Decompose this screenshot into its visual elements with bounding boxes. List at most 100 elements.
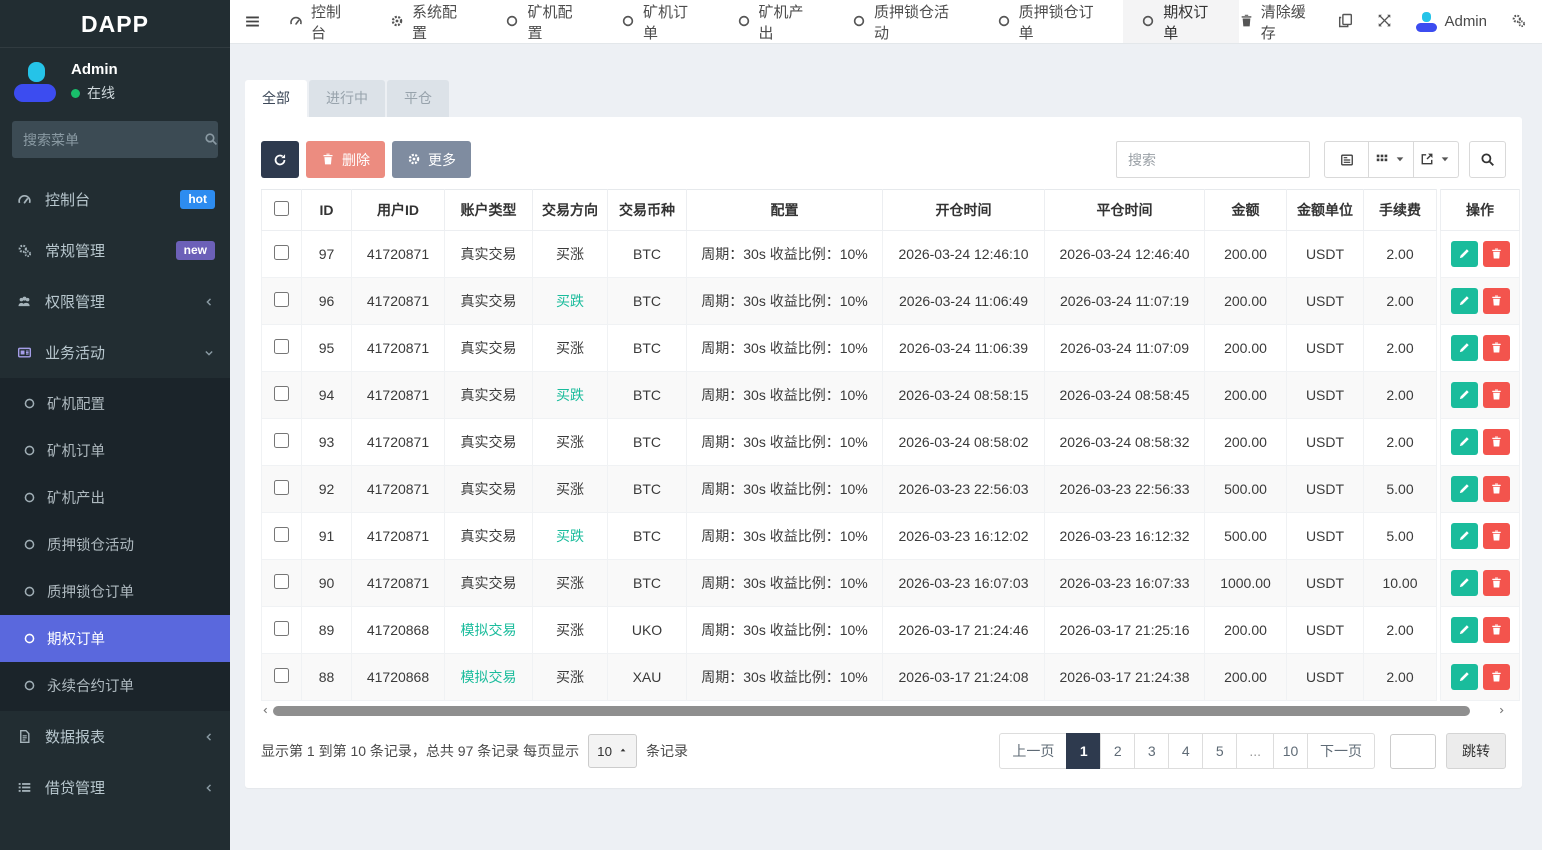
clear-cache-button[interactable]: 清除缓存	[1239, 1, 1315, 43]
edit-button[interactable]	[1450, 429, 1478, 455]
sidebar-subitem[interactable]: 质押锁仓订单	[0, 568, 230, 615]
column-header[interactable]: 开仓时间	[882, 189, 1045, 231]
delete-row-button[interactable]	[1482, 617, 1510, 643]
docs-button[interactable]	[1338, 13, 1353, 30]
export-button[interactable]	[1414, 141, 1459, 178]
settings-button[interactable]	[1511, 13, 1526, 30]
sidebar-item[interactable]: 权限管理	[0, 276, 230, 327]
topnav-item[interactable]: 系统配置	[372, 0, 488, 43]
sidebar-subitem[interactable]: 矿机订单	[0, 427, 230, 474]
delete-row-button[interactable]	[1482, 429, 1510, 455]
column-header[interactable]: 手续费	[1363, 189, 1437, 231]
page-jump-button[interactable]: 跳转	[1446, 733, 1506, 769]
column-header[interactable]: 交易币种	[607, 189, 687, 231]
page-button[interactable]: 3	[1134, 733, 1170, 769]
columns-button[interactable]	[1369, 141, 1414, 178]
row-checkbox[interactable]	[274, 574, 289, 589]
topnav-item[interactable]: 矿机产出	[719, 0, 835, 43]
delete-row-button[interactable]	[1482, 241, 1510, 267]
fullscreen-button[interactable]	[1377, 13, 1392, 30]
menu-toggle-button[interactable]	[244, 13, 261, 30]
topnav-item[interactable]: 矿机配置	[487, 0, 603, 43]
delete-row-button[interactable]	[1482, 382, 1510, 408]
column-header[interactable]: 账户类型	[444, 189, 533, 231]
refresh-button[interactable]	[261, 141, 299, 178]
topnav-item[interactable]: 质押锁仓订单	[979, 0, 1124, 43]
page-size-dropdown[interactable]: 10	[588, 734, 637, 768]
topnav-item[interactable]: 控制台	[271, 0, 372, 43]
topnav-item[interactable]: 质押锁仓活动	[834, 0, 979, 43]
tab-平仓[interactable]: 平仓	[387, 80, 449, 117]
edit-button[interactable]	[1450, 382, 1478, 408]
sidebar-subitem[interactable]: 矿机配置	[0, 380, 230, 427]
sidebar-subitem[interactable]: 矿机产出	[0, 474, 230, 521]
tab-进行中[interactable]: 进行中	[309, 80, 385, 117]
column-header[interactable]: 金额单位	[1286, 189, 1364, 231]
edit-button[interactable]	[1450, 617, 1478, 643]
page-button[interactable]: 1	[1066, 733, 1102, 769]
delete-row-button[interactable]	[1482, 476, 1510, 502]
delete-row-button[interactable]	[1482, 523, 1510, 549]
edit-button[interactable]	[1450, 241, 1478, 267]
page-button[interactable]: 上一页	[999, 733, 1068, 769]
edit-button[interactable]	[1450, 335, 1478, 361]
scrollbar-track[interactable]	[273, 705, 1494, 716]
column-header[interactable]: 用户ID	[351, 189, 445, 231]
delete-row-button[interactable]	[1482, 664, 1510, 690]
edit-button[interactable]	[1450, 523, 1478, 549]
topnav-item[interactable]: 期权订单	[1123, 0, 1239, 43]
sidebar-item[interactable]: 借贷管理	[0, 762, 230, 813]
column-header[interactable]: 配置	[686, 189, 883, 231]
row-checkbox[interactable]	[274, 339, 289, 354]
sidebar-item[interactable]: 业务活动	[0, 327, 230, 378]
horizontal-scrollbar[interactable]	[261, 703, 1506, 718]
page-button[interactable]: 4	[1168, 733, 1204, 769]
sidebar-search-input[interactable]	[23, 131, 204, 148]
row-checkbox[interactable]	[274, 527, 289, 542]
column-header[interactable]: ID	[301, 189, 352, 231]
edit-button[interactable]	[1450, 288, 1478, 314]
edit-button[interactable]	[1450, 570, 1478, 596]
scroll-left-arrow-icon[interactable]	[261, 706, 270, 715]
page-button[interactable]: 2	[1100, 733, 1136, 769]
page-jump-input[interactable]	[1390, 733, 1436, 769]
table-search-input[interactable]	[1116, 141, 1310, 178]
detail-view-button[interactable]	[1324, 141, 1369, 178]
tab-全部[interactable]: 全部	[245, 80, 307, 117]
page-button[interactable]: 5	[1202, 733, 1238, 769]
edit-button[interactable]	[1450, 476, 1478, 502]
row-checkbox[interactable]	[274, 245, 289, 260]
trash-icon	[1490, 341, 1503, 356]
column-header[interactable]: 交易方向	[532, 189, 608, 231]
row-checkbox[interactable]	[274, 292, 289, 307]
row-checkbox[interactable]	[274, 480, 289, 495]
scroll-right-arrow-icon[interactable]	[1497, 706, 1506, 715]
row-checkbox[interactable]	[274, 668, 289, 683]
sidebar-item[interactable]: 数据报表	[0, 711, 230, 762]
scrollbar-thumb[interactable]	[273, 705, 1470, 716]
main-area: 控制台 系统配置 矿机配置 矿机订单 矿机产出 质押锁仓活动 质押锁仓订单 期权订单 清除缓存…	[230, 0, 1542, 850]
sidebar-item[interactable]: 控制台 hot	[0, 174, 230, 225]
admin-menu[interactable]: Admin	[1416, 11, 1487, 32]
sidebar-subitem[interactable]: 质押锁仓活动	[0, 521, 230, 568]
page-button[interactable]: 10	[1273, 733, 1308, 769]
sidebar-subitem[interactable]: 永续合约订单	[0, 662, 230, 709]
topnav-item[interactable]: 矿机订单	[603, 0, 719, 43]
column-header[interactable]: 金额	[1204, 189, 1287, 231]
delete-row-button[interactable]	[1482, 570, 1510, 596]
delete-button[interactable]: 删除	[306, 141, 385, 178]
sidebar-item[interactable]: 常规管理 new	[0, 225, 230, 276]
search-button[interactable]	[1469, 141, 1506, 178]
column-header[interactable]: 平仓时间	[1044, 189, 1205, 231]
more-button[interactable]: 更多	[392, 141, 471, 178]
column-header[interactable]: 操作	[1440, 189, 1520, 231]
select-all-checkbox[interactable]	[274, 201, 289, 216]
delete-row-button[interactable]	[1482, 288, 1510, 314]
row-checkbox[interactable]	[274, 433, 289, 448]
edit-button[interactable]	[1450, 664, 1478, 690]
sidebar-subitem[interactable]: 期权订单	[0, 615, 230, 662]
page-button[interactable]: 下一页	[1307, 733, 1375, 769]
delete-row-button[interactable]	[1482, 335, 1510, 361]
row-checkbox[interactable]	[274, 386, 289, 401]
row-checkbox[interactable]	[274, 621, 289, 636]
